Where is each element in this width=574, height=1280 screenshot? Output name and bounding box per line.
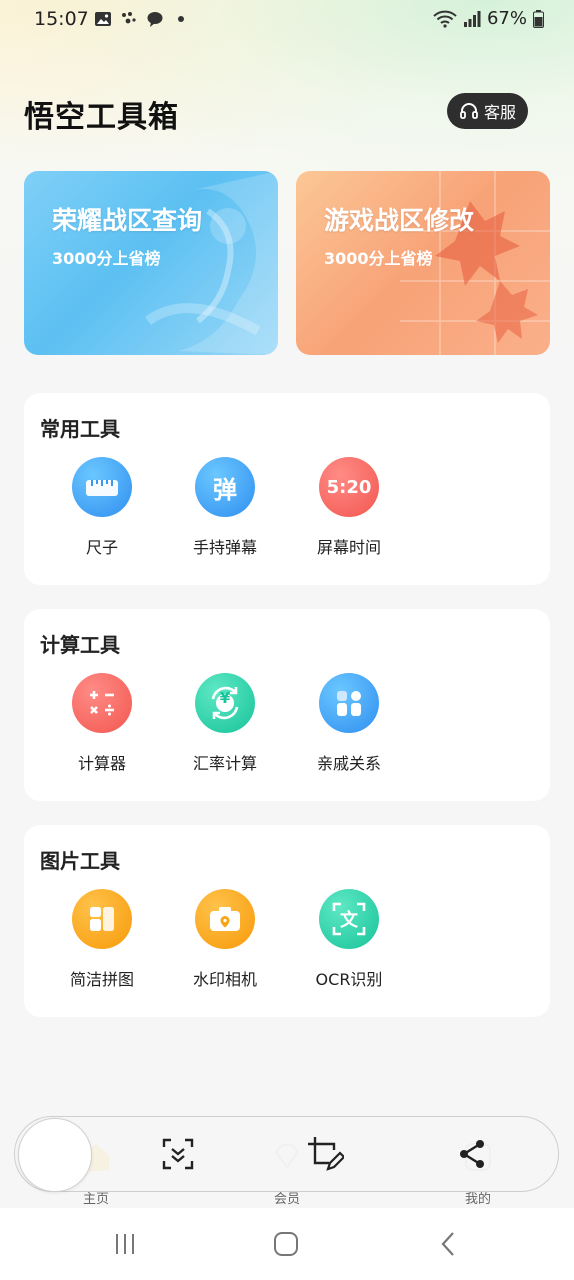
dots-app-icon xyxy=(122,12,136,24)
customer-service-button[interactable]: 客服 xyxy=(447,93,528,129)
section-title: 计算工具 xyxy=(40,633,120,657)
app-screen: 15:07 67% 悟空工具箱 客服 荣耀战区查询 3000分上省榜 游戏战区修… xyxy=(0,0,574,1280)
wifi-icon xyxy=(433,10,457,28)
crop-edit-icon xyxy=(308,1137,344,1171)
tool-ocr[interactable]: 文 OCR识别 xyxy=(293,889,403,999)
exchange-rate-icon: ¥ xyxy=(195,673,255,733)
signal-icon xyxy=(463,10,481,27)
back-icon xyxy=(441,1232,454,1256)
ruler-icon xyxy=(72,457,132,517)
back-button[interactable] xyxy=(436,1230,466,1258)
tool-relatives[interactable]: 亲戚关系 xyxy=(293,673,403,783)
notification-icons xyxy=(94,10,190,28)
tool-label: 汇率计算 xyxy=(192,754,257,773)
home-system-icon xyxy=(274,1232,298,1256)
scan-icon xyxy=(162,1138,194,1170)
screen-time-icon: 5:20 xyxy=(319,457,379,517)
tool-label: 水印相机 xyxy=(192,970,257,989)
ocr-icon: 文 xyxy=(319,889,379,949)
tool-label: 计算器 xyxy=(77,754,126,773)
banner-honor-zone-query[interactable]: 荣耀战区查询 3000分上省榜 xyxy=(24,171,278,355)
calculator-icon xyxy=(72,673,132,733)
share-icon xyxy=(460,1140,484,1168)
banner-title: 荣耀战区查询 xyxy=(52,206,203,235)
tool-collage[interactable]: 简洁拼图 xyxy=(46,889,156,999)
common-tools-card: 常用工具 尺子 弹 手持弹幕 5:20 屏幕时间 xyxy=(24,393,550,585)
calc-tools-card: 计算工具 计算器 ¥ 汇率计算 亲戚关系 xyxy=(24,609,550,801)
battery-icon xyxy=(533,9,544,28)
tool-watermark-camera[interactable]: 水印相机 xyxy=(169,889,279,999)
tool-label: 手持弹幕 xyxy=(192,538,257,557)
watermark-camera-icon xyxy=(195,889,255,949)
scan-button[interactable] xyxy=(158,1134,198,1174)
status-time: 15:07 xyxy=(34,8,89,30)
app-title: 悟空工具箱 xyxy=(24,100,179,135)
collage-icon xyxy=(72,889,132,949)
tool-label: 简洁拼图 xyxy=(69,970,134,989)
tool-screen-time[interactable]: 5:20 屏幕时间 xyxy=(293,457,403,567)
tool-ruler[interactable]: 尺子 xyxy=(46,457,156,567)
home-system-button[interactable] xyxy=(272,1230,302,1258)
customer-service-label: 客服 xyxy=(483,103,516,122)
tool-exchange-rate[interactable]: ¥ 汇率计算 xyxy=(169,673,279,783)
recent-apps-icon xyxy=(116,1234,134,1254)
crop-edit-button[interactable] xyxy=(305,1134,345,1174)
danmu-icon: 弹 xyxy=(195,457,255,517)
battery-percent: 67% xyxy=(486,8,527,29)
recent-apps-button[interactable] xyxy=(112,1230,142,1258)
tool-label: OCR识别 xyxy=(315,970,383,989)
more-dot-icon xyxy=(178,16,184,22)
yuan-glyph: ¥ xyxy=(219,689,231,707)
gallery-icon xyxy=(95,12,111,26)
banner-subtitle: 3000分上省榜 xyxy=(52,249,161,268)
share-button[interactable] xyxy=(452,1134,492,1174)
banner-title: 游戏战区修改 xyxy=(324,206,475,235)
tool-danmu[interactable]: 弹 手持弹幕 xyxy=(169,457,279,567)
tool-label: 亲戚关系 xyxy=(316,754,381,773)
banner-game-zone-modify[interactable]: 游戏战区修改 3000分上省榜 xyxy=(296,171,550,355)
tool-label: 尺子 xyxy=(85,538,118,557)
toolbar-handle[interactable] xyxy=(18,1118,92,1192)
image-tools-card: 图片工具 简洁拼图 水印相机 文 OCR识别 xyxy=(24,825,550,1017)
system-status: 67% xyxy=(433,8,544,29)
banner-subtitle: 3000分上省榜 xyxy=(324,249,433,268)
headset-icon xyxy=(460,103,478,119)
chat-icon xyxy=(147,12,163,27)
tool-calculator[interactable]: 计算器 xyxy=(46,673,156,783)
relatives-icon xyxy=(319,673,379,733)
section-title: 图片工具 xyxy=(40,849,120,873)
tool-label: 屏幕时间 xyxy=(316,538,381,557)
section-title: 常用工具 xyxy=(40,417,120,441)
status-bar: 15:07 67% xyxy=(0,0,574,40)
